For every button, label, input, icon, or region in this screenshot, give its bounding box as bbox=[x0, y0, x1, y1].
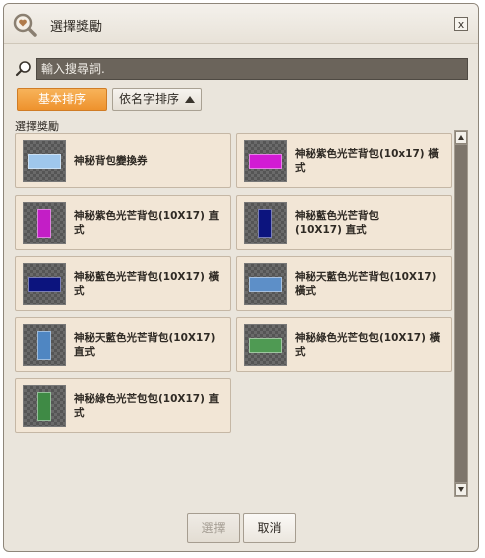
backpack-icon bbox=[258, 209, 272, 238]
sort-up-arrow-icon bbox=[185, 96, 195, 103]
item-label: 神秘天藍色光芒背包(10X17) 直式 bbox=[74, 331, 216, 358]
magnifier-heart-icon bbox=[13, 13, 37, 37]
reward-item-card[interactable]: 神秘背包變換券 bbox=[15, 133, 231, 188]
reward-item-card[interactable]: 神秘天藍色光芒背包(10X17) 直式 bbox=[15, 317, 231, 372]
close-button[interactable]: x bbox=[454, 17, 468, 31]
item-label: 神秘藍色光芒背包(10X17) 橫式 bbox=[74, 270, 220, 297]
scroll-up-arrow-icon[interactable] bbox=[455, 131, 467, 144]
reward-select-window: 選擇獎勵 x 輸入搜尋詞. 基本排序 依名字排序 選擇獎勵 神秘背包變換券 神秘… bbox=[3, 3, 479, 552]
cancel-button[interactable]: 取消 bbox=[243, 513, 296, 543]
backpack-icon bbox=[28, 277, 61, 292]
reward-item-card[interactable]: 神秘天藍色光芒背包(10X17) 橫式 bbox=[236, 256, 452, 311]
reward-item-card[interactable]: 神秘綠色光芒包包(10X17) 橫式 bbox=[236, 317, 452, 372]
backpack-voucher-icon bbox=[28, 154, 61, 169]
item-label: 神秘紫色光芒背包(10X17) 直式 bbox=[74, 209, 220, 236]
item-label: 神秘紫色光芒背包(10x17) 橫式 bbox=[295, 147, 439, 174]
title-bar: 選擇獎勵 x bbox=[4, 4, 478, 44]
item-label: 神秘天藍色光芒背包(10X17) 橫式 bbox=[295, 270, 437, 297]
backpack-icon bbox=[249, 277, 282, 292]
sort-by-name-button[interactable]: 依名字排序 bbox=[112, 88, 202, 111]
item-thumbnail bbox=[23, 324, 66, 366]
backpack-icon bbox=[37, 331, 51, 360]
item-label: 神秘綠色光芒包包(10X17) 直式 bbox=[74, 392, 220, 419]
section-label: 選擇獎勵 bbox=[15, 120, 59, 133]
search-input[interactable]: 輸入搜尋詞. bbox=[36, 58, 468, 80]
scroll-down-arrow-icon[interactable] bbox=[455, 483, 467, 496]
window-title: 選擇獎勵 bbox=[50, 20, 103, 35]
sort-basic-button[interactable]: 基本排序 bbox=[17, 88, 107, 111]
reward-item-card[interactable]: 神秘紫色光芒背包(10X17) 直式 bbox=[15, 195, 231, 250]
select-button[interactable]: 選擇 bbox=[187, 513, 240, 543]
reward-item-card[interactable]: 神秘綠色光芒包包(10X17) 直式 bbox=[15, 378, 231, 433]
item-thumbnail bbox=[23, 263, 66, 305]
reward-item-card[interactable]: 神秘藍色光芒背包(10X17) 橫式 bbox=[15, 256, 231, 311]
backpack-icon bbox=[37, 209, 51, 238]
sort-by-name-label: 依名字排序 bbox=[119, 92, 180, 106]
item-thumbnail bbox=[244, 324, 287, 366]
reward-item-card[interactable]: 神秘紫色光芒背包(10x17) 橫式 bbox=[236, 133, 452, 188]
backpack-icon bbox=[37, 392, 51, 421]
item-list-scrollbar[interactable] bbox=[454, 130, 468, 497]
item-thumbnail bbox=[244, 263, 287, 305]
item-thumbnail bbox=[244, 140, 287, 182]
reward-item-card[interactable]: 神秘藍色光芒背包 (10X17) 直式 bbox=[236, 195, 452, 250]
backpack-icon bbox=[249, 338, 282, 353]
scroll-thumb[interactable] bbox=[455, 144, 467, 483]
item-thumbnail bbox=[23, 385, 66, 427]
search-icon bbox=[15, 61, 31, 77]
backpack-icon bbox=[249, 154, 282, 169]
item-thumbnail bbox=[244, 202, 287, 244]
item-thumbnail bbox=[23, 202, 66, 244]
item-thumbnail bbox=[23, 140, 66, 182]
item-label: 神秘藍色光芒背包 (10X17) 直式 bbox=[295, 209, 379, 236]
item-label: 神秘背包變換券 bbox=[74, 154, 148, 167]
item-label: 神秘綠色光芒包包(10X17) 橫式 bbox=[295, 331, 441, 358]
